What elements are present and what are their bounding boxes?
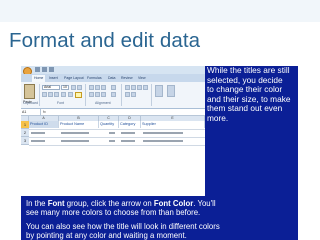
header-cell[interactable]: Product ID (29, 121, 59, 128)
decrease-font-icon[interactable] (77, 85, 82, 90)
callout-bold-font-color: Font Color (153, 199, 194, 208)
header-cell[interactable]: Supplier (141, 121, 205, 128)
cell-placeholder (31, 132, 45, 134)
italic-icon[interactable] (48, 92, 53, 97)
percent-icon[interactable] (137, 85, 142, 90)
align-center-icon[interactable] (95, 92, 100, 97)
save-icon[interactable] (35, 67, 40, 72)
callout-bottom-line: see many more colors to choose from than… (26, 208, 201, 217)
callout-text: group, click the arrow on (64, 199, 154, 208)
ribbon-tabs: Home Insert Page Layout Formulas Data Re… (21, 74, 205, 82)
tab-formulas[interactable]: Formulas (87, 76, 102, 80)
callout-text: In the (26, 199, 48, 208)
underline-icon[interactable] (54, 92, 59, 97)
tab-page-layout[interactable]: Page Layout (64, 76, 84, 80)
font-size-field[interactable]: 10 (61, 85, 69, 90)
excel-title-bar (21, 66, 205, 76)
styles-icon[interactable] (155, 85, 163, 97)
cells-icon[interactable] (167, 85, 175, 97)
cell-placeholder (109, 140, 115, 142)
align-bottom-icon[interactable] (101, 85, 106, 90)
cell-placeholder (61, 140, 89, 142)
worksheet-grid[interactable]: A B C D E 1 2 3 Product ID Product Name … (21, 116, 205, 196)
cell-placeholder (121, 140, 135, 142)
slide-top-band (0, 0, 320, 22)
header-cell[interactable]: Quantity (99, 121, 119, 128)
callout-right-text: While the titles are still selected, you… (207, 65, 298, 123)
callout-bold-font: Font (47, 199, 65, 208)
ribbon-separator (39, 84, 40, 106)
fx-icon[interactable]: fx (43, 109, 46, 115)
group-label-alignment: Alignment (95, 101, 111, 105)
cell-placeholder (109, 132, 115, 134)
align-right-icon[interactable] (101, 92, 106, 97)
merge-center-icon[interactable] (111, 92, 116, 97)
callout-bottom-line: by pointing at any color and waiting a m… (26, 231, 187, 240)
ribbon-home: Paste Arial 10 Clipboard Font Alignment (21, 82, 205, 109)
cell-placeholder (31, 140, 45, 142)
header-cell[interactable]: Product Name (59, 121, 99, 128)
callout-bottom-line: You can also see how the title will look… (26, 222, 220, 231)
align-top-icon[interactable] (89, 85, 94, 90)
tab-insert[interactable]: Insert (49, 76, 58, 80)
formula-bar: A1 fx (21, 109, 205, 116)
paste-button[interactable] (24, 84, 35, 99)
ribbon-separator (121, 84, 122, 106)
row-divider (29, 129, 205, 130)
font-color-button[interactable] (75, 92, 82, 98)
tab-review[interactable]: Review (121, 76, 132, 80)
tab-view[interactable]: View (138, 76, 146, 80)
tab-data[interactable]: Data (108, 76, 115, 80)
ribbon-separator (85, 84, 86, 106)
number-format-icon[interactable] (125, 85, 130, 90)
undo-icon[interactable] (42, 67, 47, 72)
slide-title: Format and edit data (9, 29, 201, 52)
font-name-field[interactable]: Arial (42, 85, 60, 90)
row-divider (29, 137, 205, 138)
increase-decimal-icon[interactable] (125, 92, 130, 97)
cell-placeholder (121, 132, 135, 134)
row-header[interactable]: 1 (21, 121, 29, 129)
tab-home[interactable]: Home (32, 75, 46, 82)
excel-screenshot: Home Insert Page Layout Formulas Data Re… (21, 66, 205, 196)
row-header[interactable]: 3 (21, 137, 29, 145)
align-left-icon[interactable] (89, 92, 94, 97)
cell-placeholder (61, 132, 89, 134)
name-box[interactable]: A1 (22, 109, 41, 115)
cell-placeholder (143, 132, 183, 134)
cell-placeholder (143, 140, 183, 142)
increase-font-icon[interactable] (71, 85, 76, 90)
callout-bottom-line: In the Font group, click the arrow on Fo… (26, 199, 293, 208)
header-cell[interactable]: Category (119, 121, 141, 128)
comma-icon[interactable] (143, 85, 148, 90)
bold-icon[interactable] (42, 92, 47, 97)
row-divider (29, 145, 205, 146)
row-header[interactable]: 2 (21, 129, 29, 137)
align-middle-icon[interactable] (95, 85, 100, 90)
currency-icon[interactable] (131, 85, 136, 90)
group-label-font: Font (57, 101, 65, 105)
borders-icon[interactable] (61, 92, 66, 97)
redo-icon[interactable] (49, 67, 54, 72)
ribbon-separator (151, 84, 152, 106)
fill-color-icon[interactable] (68, 92, 73, 97)
group-label-clipboard: Clipboard (23, 101, 38, 105)
wrap-text-icon[interactable] (111, 85, 116, 90)
callout-line: more. (207, 112, 229, 123)
callout-text: . You'll (193, 199, 216, 208)
decrease-decimal-icon[interactable] (131, 92, 136, 97)
callout-bottom: In the Font group, click the arrow on Fo… (21, 196, 298, 240)
